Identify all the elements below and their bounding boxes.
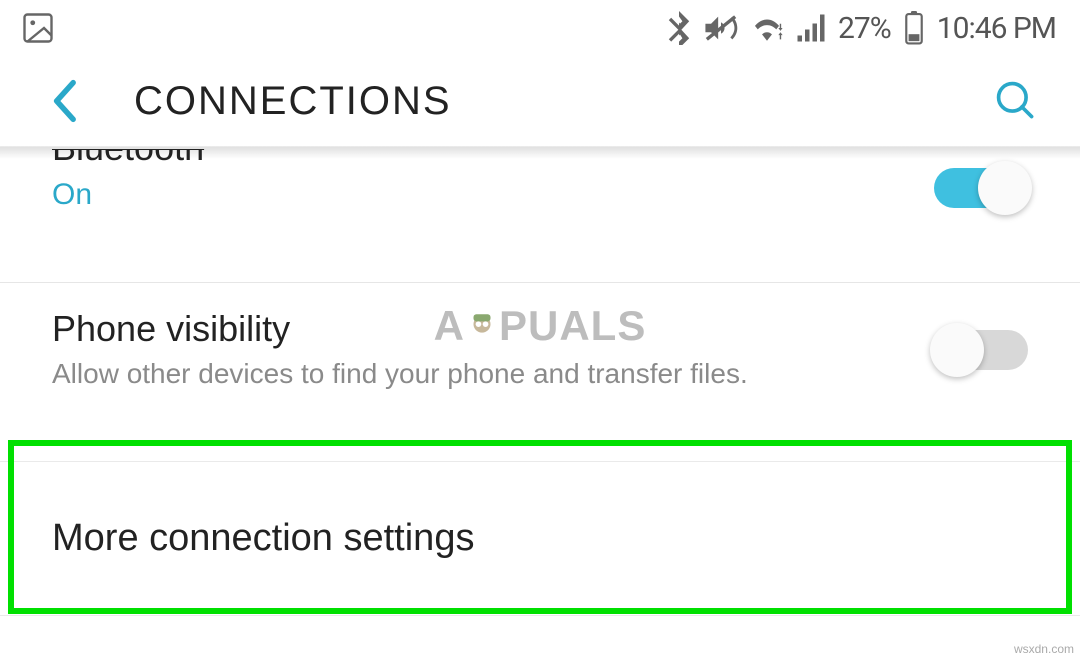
app-header: CONNECTIONS [0,56,1080,146]
bluetooth-toggle[interactable] [934,168,1028,208]
search-button[interactable] [992,77,1040,125]
row-more-connection-settings[interactable]: More connection settings [0,461,1080,617]
clock-time: 10:46 PM [937,11,1056,46]
phone-visibility-toggle[interactable] [934,330,1028,370]
row-bluetooth[interactable]: Bluetooth On [0,159,1080,242]
back-button[interactable] [40,77,88,125]
row-partial-next[interactable] [0,616,1080,660]
signal-icon [796,14,826,42]
row-bluetooth-status: On [52,175,934,214]
wifi-icon [750,14,784,42]
row-phonevis-title: Phone visibility [52,307,934,350]
status-bar: 27% 10:46 PM [0,0,1080,56]
settings-list: Bluetooth On Phone visibility Allow othe… [0,159,1080,660]
row-phone-visibility[interactable]: Phone visibility Allow other devices to … [0,282,1080,421]
row-bluetooth-title: Bluetooth [52,149,934,169]
battery-icon [903,11,925,45]
image-icon [20,10,56,46]
battery-percent: 27% [838,11,891,46]
page-title: CONNECTIONS [134,79,452,124]
row-more-title: More connection settings [52,516,1028,562]
mute-vibrate-icon [704,13,738,43]
row-phonevis-desc: Allow other devices to find your phone a… [52,356,934,392]
bluetooth-icon [666,11,692,45]
